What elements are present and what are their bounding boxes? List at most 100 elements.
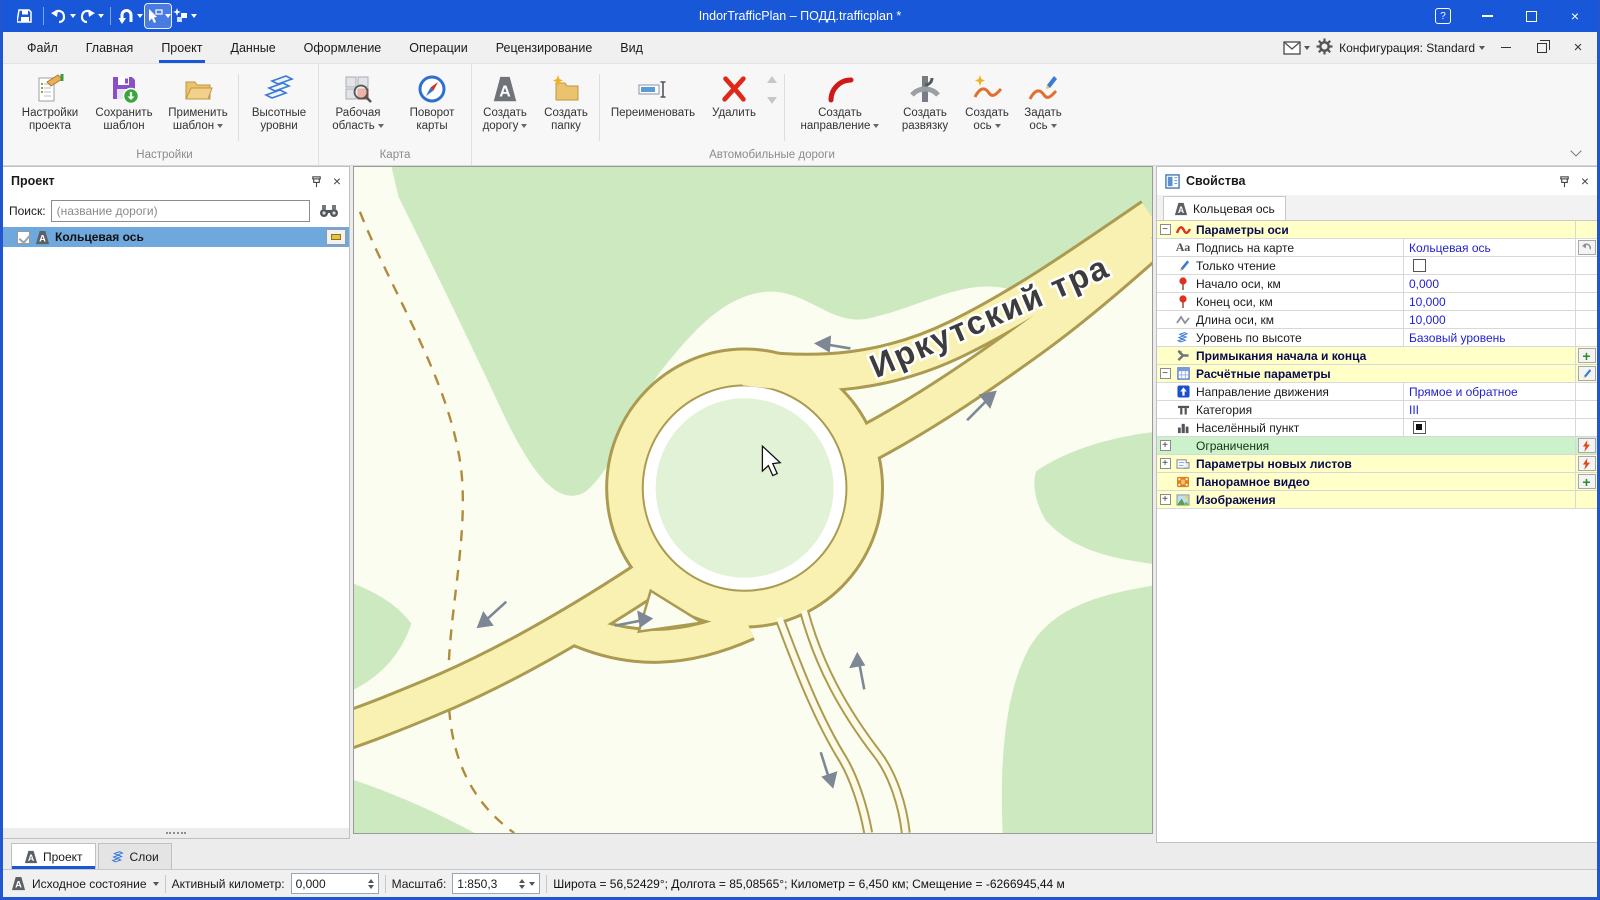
tab-data[interactable]: Данные [217,32,290,63]
spinner-arrows[interactable] [519,879,525,889]
active-km-value[interactable]: 0,000 [296,877,364,891]
work-area-button[interactable]: Рабочая область [321,68,395,147]
property-group-images[interactable]: + Изображения [1157,491,1597,509]
property-group-calc-params[interactable]: − Расчётные параметры [1157,365,1597,383]
tab-layers-panel[interactable]: Слои [98,843,172,869]
revert-button[interactable] [117,4,143,28]
length-icon [1173,314,1193,326]
create-folder-button[interactable]: Создать папку [536,68,596,147]
collapse-ribbon-button[interactable] [1569,145,1583,159]
tab-project[interactable]: Проект [147,32,216,63]
delete-button[interactable]: Удалить [703,68,765,147]
expand-icon[interactable]: + [1160,494,1171,505]
chevron-down-icon[interactable] [98,14,104,18]
property-group-restrictions[interactable]: + Ограничения [1157,437,1597,455]
minimize-button[interactable] [1465,0,1509,32]
chevron-down-icon[interactable] [137,14,143,18]
rename-button[interactable]: Переименовать [603,68,703,147]
property-group-axis-params[interactable]: − Параметры оси [1157,221,1597,239]
property-row-axis-start[interactable]: Начало оси, км 0,000 [1157,275,1597,293]
tree-item-ring-axis[interactable]: A Кольцевая ось [3,227,349,247]
tab-file[interactable]: Файл [13,32,72,63]
redo-button[interactable] [78,4,104,28]
visibility-checkbox[interactable] [17,231,30,244]
chevron-down-icon[interactable] [529,882,535,886]
map-canvas[interactable]: Иркутский тра [353,166,1153,834]
tab-home[interactable]: Главная [72,32,148,63]
close-icon[interactable]: × [333,173,341,189]
collapse-icon[interactable]: − [1160,224,1171,235]
rename-mode-button[interactable] [145,4,171,28]
tab-view[interactable]: Вид [606,32,657,63]
search-input[interactable] [51,200,310,222]
tab-review[interactable]: Рецензирование [482,32,607,63]
kilometer-mark-button[interactable] [326,229,346,245]
chevron-down-icon[interactable] [165,14,171,18]
tab-project-panel[interactable]: A Проект [11,843,96,869]
move-down-icon[interactable] [767,97,777,104]
properties-object-tab[interactable]: A Кольцевая ось [1163,196,1286,220]
panel-resize-handle[interactable] [3,828,349,838]
close-button[interactable]: × [1553,0,1597,32]
property-row-traffic-direction[interactable]: Направление движения Прямое и обратное [1157,383,1597,401]
chevron-down-icon[interactable] [191,14,197,18]
undo-value-button[interactable] [1578,240,1596,255]
quick-restrictions-button[interactable] [1578,438,1596,453]
maximize-button[interactable] [1509,0,1553,32]
property-row-height-level[interactable]: Уровень по высоте Базовый уровень [1157,329,1597,347]
spinner-arrows[interactable] [368,879,374,889]
apply-template-button[interactable]: Применить шаблон [161,68,235,147]
property-row-map-label[interactable]: Аа Подпись на карте Кольцевая ось [1157,239,1597,257]
property-group-junctions[interactable]: Примыкания начала и конца + [1157,347,1597,365]
create-interchange-button[interactable]: Создать развязку [892,68,958,147]
set-axis-button[interactable]: Задать ось [1016,68,1070,147]
feedback-button[interactable] [1283,41,1310,55]
collapse-icon[interactable]: − [1160,368,1171,379]
map-roundabout-island [656,398,834,577]
close-icon[interactable]: × [1581,173,1589,189]
save-template-button[interactable]: Сохранить шаблон [87,68,161,147]
pin-icon[interactable] [310,175,323,188]
add-video-button[interactable]: + [1578,474,1596,489]
property-row-settlement[interactable]: Населённый пункт [1157,419,1597,437]
property-row-axis-end[interactable]: Конец оси, км 10,000 [1157,293,1597,311]
settings-button[interactable] [1316,38,1333,58]
active-km-spinner[interactable]: 0,000 [291,873,379,894]
undo-button[interactable] [50,4,76,28]
scale-spinner[interactable]: 1:850,3 [452,873,540,894]
settlement-checkbox[interactable] [1413,421,1426,434]
minimize-ribbon-button[interactable] [1491,32,1521,63]
property-row-category[interactable]: Категория III [1157,401,1597,419]
move-up-icon[interactable] [767,76,777,83]
restore-button[interactable] [1527,32,1557,63]
edit-calc-params-button[interactable] [1578,366,1596,381]
save-button[interactable] [13,4,37,28]
close-document-button[interactable]: × [1563,32,1593,63]
property-group-panoramic-video[interactable]: Панорамное видео + [1157,473,1597,491]
add-junction-button[interactable]: + [1578,348,1596,363]
height-levels-button[interactable]: Высотные уровни [242,68,316,147]
create-direction-button[interactable]: Создать направление [788,68,892,147]
create-road-button[interactable]: A Создать дорогу [474,68,536,147]
chevron-down-icon[interactable] [70,14,76,18]
expand-icon[interactable]: + [1160,440,1171,451]
property-group-new-sheets[interactable]: + Параметры новых листов [1157,455,1597,473]
tab-styling[interactable]: Оформление [290,32,396,63]
search-button[interactable] [315,199,343,223]
expand-icon[interactable]: + [1160,458,1171,469]
help-button[interactable]: ? [1421,0,1465,32]
map-rotation-button[interactable]: Поворот карты [395,68,469,147]
create-axis-button[interactable]: Создать ось [958,68,1016,147]
configuration-selector[interactable]: Конфигурация: Standard [1339,41,1485,55]
readonly-checkbox[interactable] [1413,259,1426,272]
display-options-button[interactable] [173,4,197,28]
scale-value[interactable]: 1:850,3 [457,877,515,891]
pin-icon[interactable] [1558,175,1571,188]
property-row-axis-length[interactable]: Длина оси, км 10,000 [1157,311,1597,329]
save-template-icon [108,71,140,107]
project-settings-button[interactable]: Настройки проекта [13,68,87,147]
property-row-readonly[interactable]: Только чтение [1157,257,1597,275]
state-selector[interactable]: Исходное состояние [32,877,159,891]
quick-sheets-button[interactable] [1578,456,1596,471]
tab-operations[interactable]: Операции [395,32,481,63]
